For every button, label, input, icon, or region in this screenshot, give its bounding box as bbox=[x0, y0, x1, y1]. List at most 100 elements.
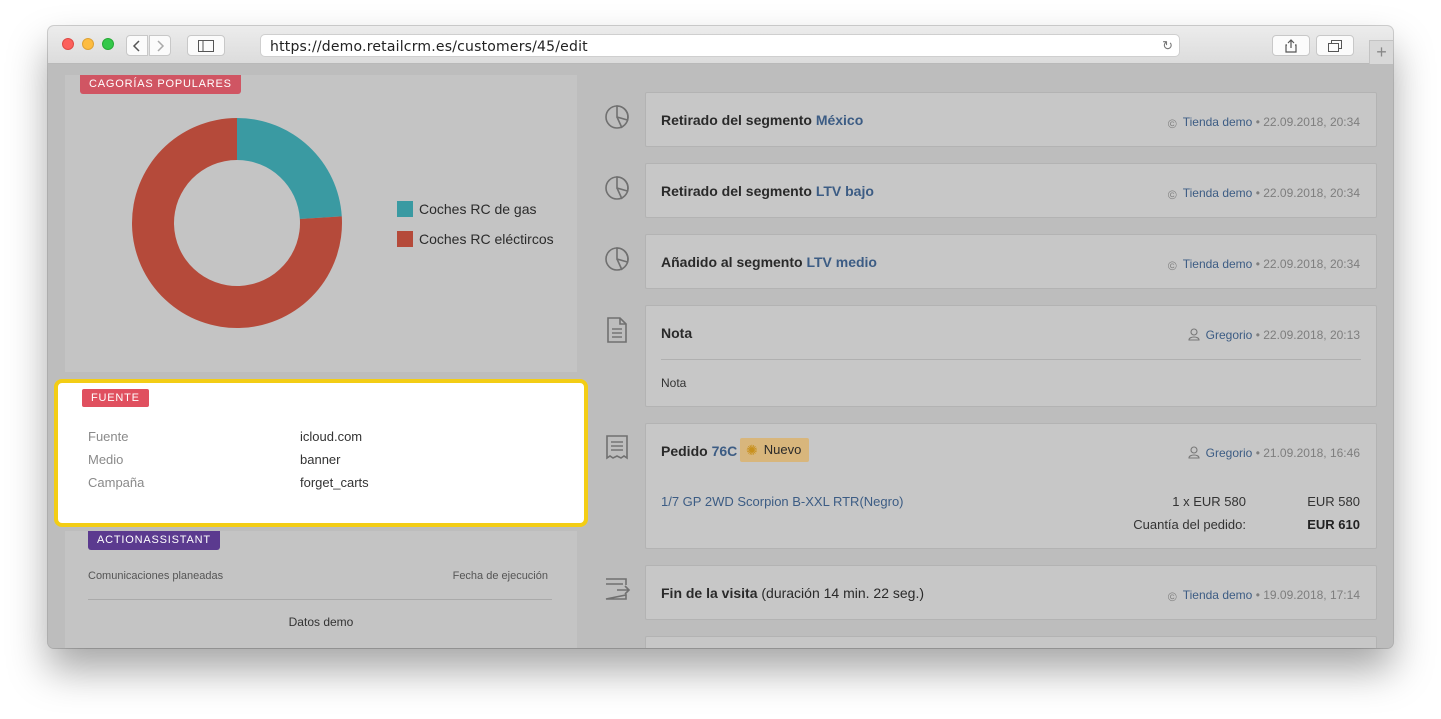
meta-dot: • bbox=[1255, 186, 1260, 200]
event-date: 19.09.2018, 17:14 bbox=[1263, 588, 1360, 602]
event-source[interactable]: Tienda demo bbox=[1183, 115, 1253, 129]
assistant-divider bbox=[88, 599, 552, 600]
order-item-total: EUR 580 bbox=[1307, 494, 1360, 509]
event-visit-end: Fin de la visita (duración 14 min. 22 se… bbox=[645, 565, 1377, 620]
browser-window: https://demo.retailcrm.es/customers/45/e… bbox=[48, 26, 1393, 648]
maximize-window-button[interactable] bbox=[102, 38, 114, 50]
source-card: FUENTE Fuente icloud.com Medio banner Ca… bbox=[54, 379, 588, 527]
event-next-partial bbox=[645, 636, 1377, 648]
event-date: 22.09.2018, 20:34 bbox=[1263, 115, 1360, 129]
event-title: Nota bbox=[661, 325, 693, 341]
new-tab-button[interactable]: + bbox=[1369, 40, 1393, 64]
share-icon bbox=[1285, 38, 1297, 53]
event-title: Retirado del segmento bbox=[661, 183, 812, 199]
tabs-icon bbox=[1328, 39, 1342, 52]
event-note: Nota Gregorio • 22.09.2018, 20:13 Nota bbox=[645, 305, 1377, 407]
store-icon: © bbox=[1167, 188, 1177, 202]
user-icon bbox=[1188, 328, 1200, 344]
legend-label-electric: Coches RC eléctircos bbox=[419, 231, 554, 247]
order-status-badge: ✺ Nuevo bbox=[740, 438, 810, 462]
segment-icon bbox=[605, 176, 629, 200]
back-button[interactable] bbox=[126, 35, 148, 56]
store-icon: © bbox=[1167, 259, 1177, 273]
event-source[interactable]: Tienda demo bbox=[1183, 588, 1253, 602]
order-icon bbox=[606, 435, 628, 460]
event-title: Pedido bbox=[661, 443, 708, 459]
segment-icon bbox=[605, 247, 629, 271]
categories-ribbon: CAGORÍAS POPULARES bbox=[80, 75, 241, 94]
sidebar-icon bbox=[198, 39, 214, 52]
assistant-panel: ACTIONASSISTANT Comunicaciones planeadas… bbox=[65, 531, 577, 648]
store-icon: © bbox=[1167, 590, 1177, 604]
event-source[interactable]: Tienda demo bbox=[1183, 186, 1253, 200]
page-content: CAGORÍAS POPULARES Coches RC de gas Coch… bbox=[48, 65, 1393, 648]
order-total-label: Cuantía del pedido: bbox=[1133, 517, 1246, 532]
assistant-col-date: Fecha de ejecución bbox=[452, 570, 548, 582]
browser-titlebar: https://demo.retailcrm.es/customers/45/e… bbox=[48, 26, 1393, 64]
visit-end-icon bbox=[605, 578, 631, 600]
chevron-right-icon bbox=[157, 39, 165, 52]
reload-icon[interactable]: ↻ bbox=[1162, 38, 1173, 54]
meta-dot: • bbox=[1255, 257, 1260, 271]
event-date: 22.09.2018, 20:13 bbox=[1263, 328, 1360, 342]
sidebar-toggle-button[interactable] bbox=[187, 35, 225, 56]
source-label: Fuente bbox=[88, 429, 129, 444]
share-button[interactable] bbox=[1272, 35, 1310, 56]
tabs-overview-button[interactable] bbox=[1316, 35, 1354, 56]
event-date: 21.09.2018, 16:46 bbox=[1263, 446, 1360, 460]
assistant-ribbon: ACTIONASSISTANT bbox=[88, 531, 220, 550]
event-date: 22.09.2018, 20:34 bbox=[1263, 186, 1360, 200]
assistant-empty-text: Datos demo bbox=[288, 615, 354, 629]
legend-item-electric: Coches RC eléctircos bbox=[397, 231, 554, 247]
store-icon: © bbox=[1167, 117, 1177, 131]
segment-link-ltv-low[interactable]: LTV bajo bbox=[816, 183, 874, 199]
segment-icon bbox=[605, 105, 629, 129]
medium-label: Medio bbox=[88, 452, 124, 467]
legend-item-gas: Coches RC de gas bbox=[397, 201, 537, 217]
campaign-value: forget_carts bbox=[300, 475, 369, 490]
close-window-button[interactable] bbox=[62, 38, 74, 50]
event-segment-removed-ltv-low: Retirado del segmento LTV bajo © Tienda d… bbox=[645, 163, 1377, 218]
event-segment-removed-mexico: Retirado del segmento México © Tienda dem… bbox=[645, 92, 1377, 147]
legend-swatch-gas bbox=[397, 201, 413, 217]
note-body: Nota bbox=[661, 376, 687, 390]
lightbulb-icon: ✺ bbox=[746, 442, 758, 458]
meta-dot: • bbox=[1255, 115, 1260, 129]
address-bar[interactable]: https://demo.retailcrm.es/customers/45/e… bbox=[260, 34, 1180, 57]
legend-label-gas: Coches RC de gas bbox=[419, 201, 537, 217]
event-author[interactable]: Gregorio bbox=[1206, 446, 1253, 460]
meta-dot: • bbox=[1255, 446, 1260, 460]
order-item-qty: 1 x EUR 580 bbox=[1172, 494, 1246, 509]
order-total-value: EUR 610 bbox=[1307, 517, 1360, 532]
source-value: icloud.com bbox=[300, 429, 363, 444]
assistant-col-communications: Comunicaciones planeadas bbox=[88, 570, 224, 582]
donut-slice-0 bbox=[237, 118, 342, 220]
order-item-link[interactable]: 1/7 GP 2WD Scorpion B-XXL RTR(Negro) bbox=[661, 494, 904, 509]
minimize-window-button[interactable] bbox=[82, 38, 94, 50]
source-ribbon: FUENTE bbox=[82, 389, 149, 407]
event-title: Añadido al segmento bbox=[661, 254, 803, 270]
order-link[interactable]: 76C bbox=[712, 443, 738, 459]
meta-dot: • bbox=[1255, 328, 1260, 342]
event-title: Retirado del segmento bbox=[661, 112, 812, 128]
campaign-label: Campaña bbox=[88, 475, 145, 490]
visit-duration: (duración 14 min. 22 seg.) bbox=[761, 585, 925, 601]
event-segment-added-ltv-medium: Añadido al segmento LTV medio © Tienda de… bbox=[645, 234, 1377, 289]
note-icon bbox=[607, 317, 627, 343]
user-icon bbox=[1188, 446, 1200, 462]
event-date: 22.09.2018, 20:34 bbox=[1263, 257, 1360, 271]
event-source[interactable]: Tienda demo bbox=[1183, 257, 1253, 271]
event-author[interactable]: Gregorio bbox=[1206, 328, 1253, 342]
event-order: Pedido 76C ✺ Nuevo Gregorio • 21.09.2018,… bbox=[645, 423, 1377, 549]
segment-link-ltv-medium[interactable]: LTV medio bbox=[806, 254, 877, 270]
url-text: https://demo.retailcrm.es/customers/45/e… bbox=[270, 39, 588, 55]
event-title: Fin de la visita bbox=[661, 585, 758, 601]
forward-button[interactable] bbox=[149, 35, 171, 56]
categories-panel: CAGORÍAS POPULARES Coches RC de gas Coch… bbox=[65, 75, 577, 372]
meta-dot: • bbox=[1255, 588, 1260, 602]
legend-swatch-electric bbox=[397, 231, 413, 247]
donut-chart bbox=[132, 118, 342, 328]
segment-link-mexico[interactable]: México bbox=[816, 112, 863, 128]
order-status-text: Nuevo bbox=[763, 442, 802, 457]
medium-value: banner bbox=[300, 452, 341, 467]
